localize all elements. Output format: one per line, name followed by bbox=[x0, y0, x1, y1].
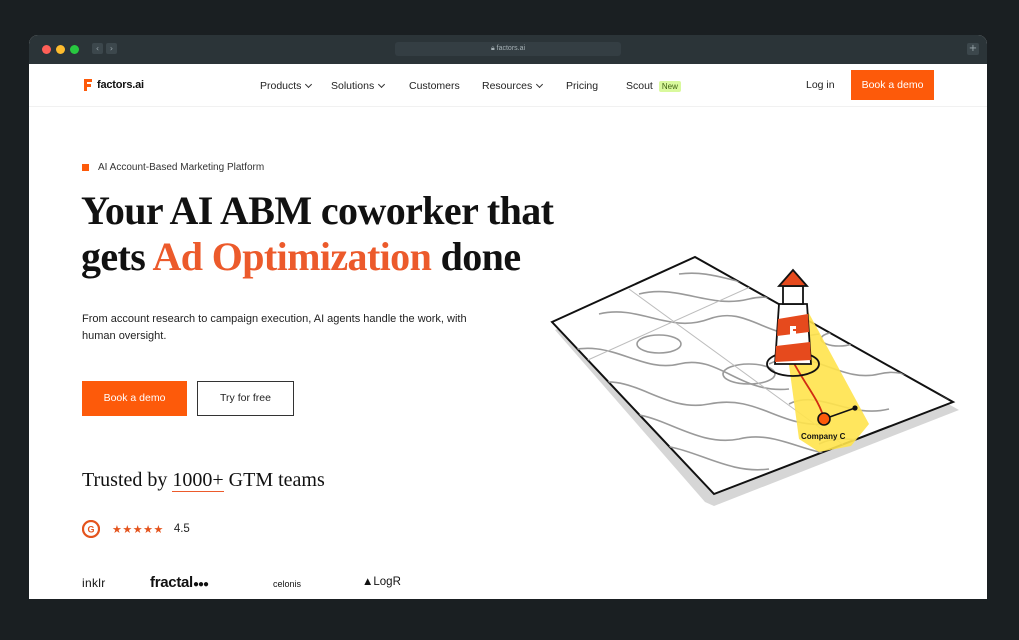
header-book-demo-button[interactable]: Book a demo bbox=[851, 70, 934, 100]
minimize-window-button[interactable] bbox=[56, 45, 65, 54]
chevron-down-icon bbox=[305, 80, 313, 89]
customer-logo-fractal: fractal●●● bbox=[150, 574, 209, 591]
new-badge: New bbox=[658, 80, 681, 92]
headline-accent: Ad Optimization bbox=[152, 234, 432, 279]
close-window-button[interactable] bbox=[42, 45, 51, 54]
address-bar-url: factors.ai bbox=[496, 45, 526, 52]
nav-pricing[interactable]: Pricing bbox=[566, 79, 598, 93]
browser-window: ‹ › 🔒︎ factors.ai + factors.ai Products … bbox=[29, 35, 987, 599]
nav-scout-label: Scout bbox=[626, 80, 653, 92]
g2-logo-icon: G bbox=[82, 520, 100, 538]
forward-arrow-icon[interactable]: › bbox=[106, 43, 117, 54]
lock-icon: 🔒︎ bbox=[490, 45, 495, 52]
address-bar[interactable]: 🔒︎ factors.ai bbox=[395, 42, 621, 56]
try-free-button[interactable]: Try for free bbox=[197, 381, 294, 416]
hero-eyebrow: AI Account-Based Marketing Platform bbox=[82, 162, 264, 173]
hero-illustration: Company C bbox=[550, 255, 959, 506]
company-c-label: Company C bbox=[801, 432, 846, 441]
logo-text: factors.ai bbox=[97, 79, 144, 91]
eyebrow-text: AI Account-Based Marketing Platform bbox=[98, 162, 265, 173]
page-content: factors.ai Products Solutions Customers … bbox=[29, 64, 987, 599]
nav-customers-label: Customers bbox=[409, 80, 460, 92]
map-surface bbox=[550, 255, 956, 496]
nav-solutions[interactable]: Solutions bbox=[331, 79, 386, 93]
hero-subtext: From account research to campaign execut… bbox=[82, 313, 467, 342]
customer-logo-inklr: inklr bbox=[82, 576, 106, 590]
nav-customers[interactable]: Customers bbox=[409, 79, 460, 93]
back-arrow-icon[interactable]: ‹ bbox=[92, 43, 103, 54]
site-header: factors.ai Products Solutions Customers … bbox=[29, 64, 987, 107]
trusted-suffix: GTM teams bbox=[223, 469, 325, 491]
maximize-window-button[interactable] bbox=[70, 45, 79, 54]
svg-text:G: G bbox=[87, 525, 94, 535]
company-c-marker bbox=[817, 412, 831, 426]
trusted-number: 1000+ bbox=[172, 469, 224, 492]
nav-products-label: Products bbox=[260, 80, 302, 92]
customer-logo-celonis: celonis bbox=[273, 579, 302, 589]
site-logo[interactable]: factors.ai bbox=[82, 78, 144, 92]
rocket-icon: ▲ bbox=[362, 576, 374, 588]
nav-resources-label: Resources bbox=[482, 80, 533, 92]
login-link[interactable]: Log in bbox=[806, 79, 835, 91]
nav-scout[interactable]: Scout New bbox=[626, 79, 681, 93]
rating-value: 4.5 bbox=[173, 523, 190, 535]
new-tab-button[interactable]: + bbox=[967, 43, 979, 55]
nav-solutions-label: Solutions bbox=[331, 80, 375, 92]
factors-logo-icon bbox=[84, 79, 92, 91]
chevron-down-icon bbox=[536, 80, 544, 89]
browser-titlebar: ‹ › 🔒︎ factors.ai + bbox=[29, 35, 987, 64]
rating-row: G ★★★★★ 4.5 bbox=[82, 520, 190, 538]
nav-pricing-label: Pricing bbox=[566, 80, 599, 92]
trusted-by-heading: Trusted by 1000+ GTM teams bbox=[82, 469, 325, 492]
trusted-prefix: Trusted by bbox=[82, 469, 173, 491]
nav-products[interactable]: Products bbox=[260, 79, 313, 93]
chevron-down-icon bbox=[378, 80, 386, 89]
eyebrow-square-icon bbox=[82, 164, 89, 171]
target-dot bbox=[852, 405, 858, 411]
star-rating-icon: ★★★★★ bbox=[112, 522, 164, 536]
customer-logo-logr: ▲LogR bbox=[362, 576, 401, 588]
headline-text-end: done bbox=[431, 234, 521, 279]
logr-logo-text: LogR bbox=[373, 576, 401, 588]
book-demo-button[interactable]: Book a demo bbox=[82, 381, 187, 416]
fractal-logo-text: fractal bbox=[150, 574, 193, 591]
nav-resources[interactable]: Resources bbox=[482, 79, 544, 93]
